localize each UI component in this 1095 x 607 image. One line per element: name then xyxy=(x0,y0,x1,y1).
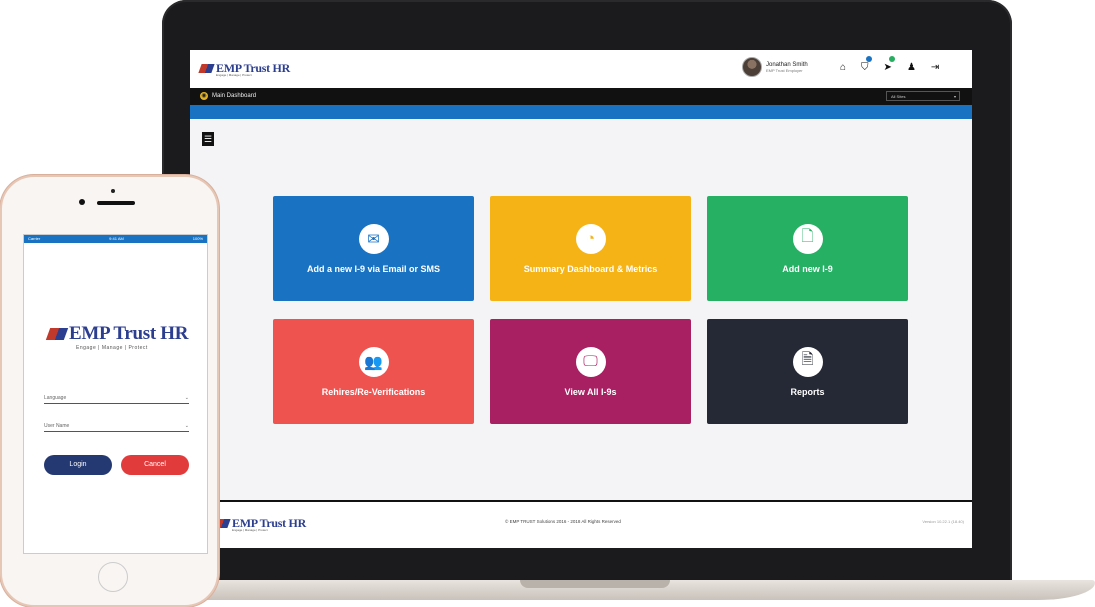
cart-badge xyxy=(865,56,872,62)
tile-add-i9-email-sms[interactable]: ✉ Add a new I-9 via Email or SMS xyxy=(273,196,474,301)
users-icon: 👥 xyxy=(358,346,389,377)
main-dashboard-label: Main Dashboard xyxy=(212,93,257,99)
logout-icon[interactable]: ⇥ xyxy=(931,62,939,73)
login-button[interactable]: Login xyxy=(44,455,112,475)
phone-brand-logo: EMP Trust HR Engage | Manage | Protect xyxy=(45,323,189,351)
tile-rehires[interactable]: 👥 Rehires/Re-Verifications xyxy=(273,319,474,424)
site-select[interactable]: All Sites ▾ xyxy=(886,91,960,101)
brand-tagline: Engage | Manage | Protect xyxy=(216,73,252,77)
copyright-text: © EMP TRUST Solutions 2016 - 2018 All Ri… xyxy=(505,519,621,524)
dashboard-icon: ◔ xyxy=(575,223,606,254)
document-icon: 🗋 xyxy=(792,223,823,254)
user-profile[interactable]: Jonathan Smith EMP Trust Employer xyxy=(742,57,808,77)
chevron-down-icon: ▾ xyxy=(953,94,956,99)
phone-status-bar: Carrier 9:41 AM 100% xyxy=(24,235,207,243)
cancel-button[interactable]: Cancel xyxy=(121,455,189,475)
footer-tagline: Engage | Manage | Protect xyxy=(232,528,268,532)
user-name-field[interactable]: User Name ⌄ xyxy=(44,418,189,432)
language-select[interactable]: Language ⌄ xyxy=(44,390,189,404)
tile-summary-dashboard[interactable]: ◔ Summary Dashboard & Metrics xyxy=(490,196,691,301)
status-carrier: Carrier xyxy=(28,236,41,241)
status-time: 9:41 AM xyxy=(109,236,124,241)
top-bar: EMP Trust HR Engage | Manage | Protect J… xyxy=(190,50,972,89)
cart-icon[interactable]: ⛉ xyxy=(861,56,872,73)
tile-label: Add new I-9 xyxy=(782,263,833,274)
user-name-label: User Name xyxy=(44,423,70,429)
tile-view-all-i9s[interactable]: 🖵 View All I-9s xyxy=(490,319,691,424)
logo-mark-icon xyxy=(198,64,215,73)
tag-icon[interactable]: ➤ xyxy=(884,56,895,73)
home-button[interactable] xyxy=(98,562,128,592)
laptop-screen: EMP Trust HR Engage | Manage | Protect J… xyxy=(190,50,972,548)
front-sensor xyxy=(111,189,115,193)
version-text: Version 10.22.1 (18.40) xyxy=(922,519,964,524)
nav-bar: ◉ Main Dashboard All Sites ▾ xyxy=(190,88,972,105)
monitor-icon: 🖵 xyxy=(575,346,606,377)
tile-reports[interactable]: 🗎 Reports xyxy=(707,319,908,424)
dashboard-icon: ◉ xyxy=(200,92,208,100)
laptop-notch xyxy=(520,580,670,588)
chevron-down-icon: ⌄ xyxy=(184,395,189,401)
header-icons: ⌂ ⛉ ➤ ♟ ⇥ xyxy=(840,56,939,73)
tile-label: Rehires/Re-Verifications xyxy=(321,386,426,397)
tile-add-new-i9[interactable]: 🗋 Add new I-9 xyxy=(707,196,908,301)
user-name: Jonathan Smith xyxy=(766,61,808,68)
logo-mark-icon xyxy=(45,328,69,340)
brand-logo[interactable]: EMP Trust HR Engage | Manage | Protect xyxy=(198,61,290,77)
phone-tagline: Engage | Manage | Protect xyxy=(76,345,148,351)
user-icon[interactable]: ♟ xyxy=(907,62,916,73)
tile-label: View All I-9s xyxy=(564,386,617,397)
chevron-down-icon: ⌄ xyxy=(184,423,189,429)
accent-strip xyxy=(190,105,972,119)
phone-logo-text: EMP Trust HR xyxy=(69,323,189,344)
avatar[interactable] xyxy=(742,57,762,77)
email-icon: ✉ xyxy=(358,223,389,254)
footer: EMP Trust HR Engage | Manage | Protect ©… xyxy=(190,500,972,548)
phone-screen: Carrier 9:41 AM 100% EMP Trust HR Engage… xyxy=(23,234,208,554)
report-icon: 🗎 xyxy=(792,346,823,377)
footer-logo: EMP Trust HR Engage | Manage | Protect xyxy=(214,516,306,532)
hamburger-menu-button[interactable]: ☰ xyxy=(202,132,214,146)
main-dashboard-link[interactable]: ◉ Main Dashboard xyxy=(200,92,256,100)
tile-label: Reports xyxy=(790,386,825,397)
phone-frame: Carrier 9:41 AM 100% EMP Trust HR Engage… xyxy=(0,175,219,607)
site-select-value: All Sites xyxy=(891,94,906,99)
tile-label: Add a new I-9 via Email or SMS xyxy=(306,263,441,274)
phone-speaker xyxy=(97,201,135,205)
tile-label: Summary Dashboard & Metrics xyxy=(523,263,658,274)
user-role: EMP Trust Employer xyxy=(766,67,803,73)
dashboard-tiles: ✉ Add a new I-9 via Email or SMS ◔ Summa… xyxy=(273,196,908,424)
home-icon[interactable]: ⌂ xyxy=(840,62,846,73)
front-camera xyxy=(79,199,85,205)
status-battery: 100% xyxy=(192,236,203,241)
language-label: Language xyxy=(44,395,67,401)
tag-badge xyxy=(888,56,895,62)
